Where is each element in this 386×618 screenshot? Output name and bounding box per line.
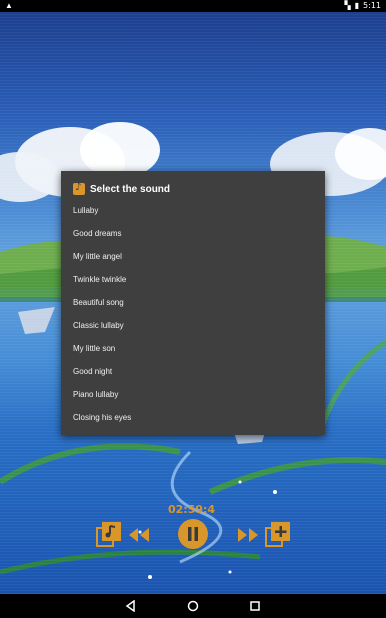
signal-icon: ▚ [344,1,351,10]
home-icon[interactable] [187,600,199,612]
pause-icon[interactable] [177,518,209,550]
sound-item-beautiful-song[interactable]: Beautiful song [61,291,325,314]
sound-item-good-night[interactable]: Good night [61,360,325,383]
sound-item-my-little-angel[interactable]: My little angel [61,245,325,268]
back-icon[interactable] [125,600,137,612]
sound-item-classic-lullaby[interactable]: Classic lullaby [61,314,325,337]
status-time: 5:11 [363,1,381,10]
fast-forward-icon[interactable] [236,526,260,544]
navigation-bar [0,594,386,618]
add-playlist-icon[interactable] [264,520,292,548]
sound-item-twinkle-twinkle[interactable]: Twinkle twinkle [61,268,325,291]
sound-list: Lullaby Good dreams My little angel Twin… [61,199,325,429]
sound-item-my-little-son[interactable]: My little son [61,337,325,360]
sound-item-closing-his-eyes[interactable]: Closing his eyes [61,406,325,429]
sound-item-lullaby[interactable]: Lullaby [61,199,325,222]
timer-display: 02:59:4 [168,503,216,516]
sound-item-good-dreams[interactable]: Good dreams [61,222,325,245]
rewind-icon[interactable] [127,526,151,544]
status-right: ▚ ▮ 5:11 [344,0,381,12]
dialog-title: Select the sound [90,183,171,195]
music-library-icon [73,182,85,195]
dialog-header: Select the sound [73,181,170,197]
status-bar: ▲ ▚ ▮ 5:11 [0,0,386,12]
warning-icon: ▲ [5,1,13,10]
music-library-icon[interactable] [95,520,123,548]
battery-icon: ▮ [354,1,360,10]
sound-picker-dialog: Select the sound Lullaby Good dreams My … [61,171,325,435]
recents-icon[interactable] [249,600,261,612]
sound-item-piano-lullaby[interactable]: Piano lullaby [61,383,325,406]
